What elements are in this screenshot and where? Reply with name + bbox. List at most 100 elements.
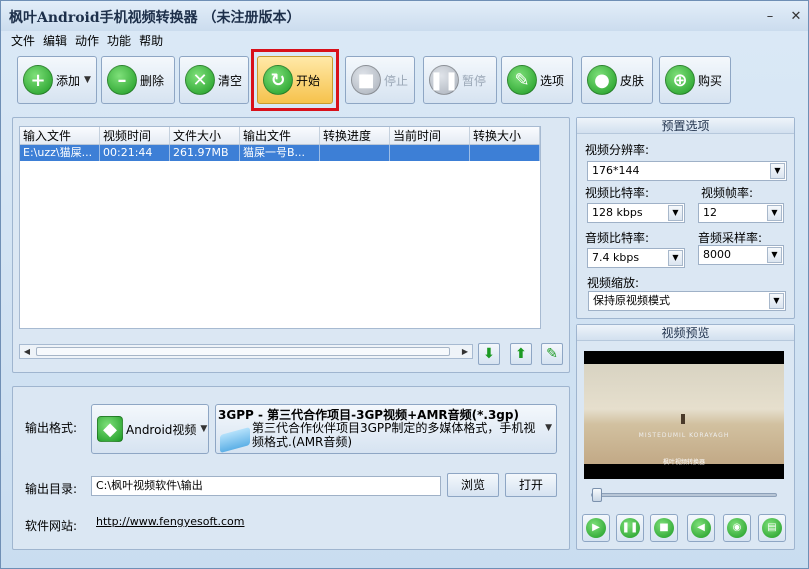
col-current-time[interactable]: 当前时间 (390, 127, 470, 144)
audio-bitrate-value: 7.4 kbps (592, 251, 640, 264)
menu-action[interactable]: 动作 (71, 32, 103, 50)
pause-icon: ❚❚ (620, 518, 640, 538)
stop-icon: ■ (351, 65, 381, 95)
col-input-file[interactable]: 输入文件 (20, 127, 100, 144)
format-description: 第三代合作伙伴项目3GPP制定的多媒体格式，手机视频格式.(AMR音频) (252, 421, 536, 449)
edit-button[interactable]: ✎ (541, 343, 563, 365)
file-table[interactable]: 输入文件 视频时间 文件大小 输出文件 转换进度 当前时间 转换大小 E:\uz… (19, 126, 541, 329)
scale-select[interactable]: 保持原视频模式 ▼ (588, 291, 786, 311)
android-icon: ◆ (97, 416, 123, 442)
stop-button[interactable]: ■ 停止 (345, 56, 415, 104)
output-dir-input[interactable]: C:\枫叶视频软件\输出 (91, 476, 441, 496)
scale-value: 保持原视频模式 (593, 294, 670, 307)
arrow-down-icon: ⬇ (483, 346, 495, 362)
video-caption-1: MISTEDUMIL KORAYAGH (638, 432, 730, 439)
open-button[interactable]: 打开 (505, 473, 557, 497)
cell-current-time (390, 145, 470, 161)
format-select[interactable]: 3GPP - 第三代合作项目-3GP视频+AMR音频(*.3gp) 第三代合作伙… (215, 404, 557, 454)
menu-help[interactable]: 帮助 (135, 32, 167, 50)
apple-icon: ● (587, 65, 617, 95)
samplerate-label: 音频采样率: (698, 231, 763, 245)
table-row[interactable]: E:\uzz\猫屎... 00:21:44 261.97MB 猫屎一号B... (20, 145, 540, 161)
audio-bitrate-label: 音频比特率: (585, 231, 650, 245)
chevron-down-icon[interactable]: ▼ (668, 250, 683, 266)
chevron-down-icon[interactable]: ▼ (767, 247, 782, 263)
seek-knob[interactable] (592, 488, 602, 502)
pause-label: 暂停 (462, 73, 487, 88)
device-select[interactable]: ◆ Android视频 ▼ (91, 404, 209, 454)
output-dir-label: 输出目录: (25, 482, 78, 496)
pause-icon: ❚❚ (429, 65, 459, 95)
scroll-thumb[interactable] (36, 347, 450, 356)
volume-button[interactable]: ◀ (687, 514, 715, 542)
start-highlight-box (251, 49, 339, 111)
stop-icon: ■ (654, 518, 674, 538)
video-frame: MISTEDUMIL KORAYAGH 枫叶视频转换器 (584, 364, 784, 466)
add-label: 添加 (56, 73, 81, 88)
video-preview: MISTEDUMIL KORAYAGH 枫叶视频转换器 (584, 351, 784, 479)
scroll-left-icon[interactable]: ◀ (20, 345, 34, 358)
stop-preview-button[interactable]: ■ (650, 514, 678, 542)
col-output-file[interactable]: 输出文件 (240, 127, 320, 144)
play-icon: ▶ (586, 518, 606, 538)
menu-function[interactable]: 功能 (103, 32, 135, 50)
cell-file-size: 261.97MB (170, 145, 240, 161)
play-button[interactable]: ▶ (582, 514, 610, 542)
folder-icon: ▤ (762, 518, 782, 538)
col-progress[interactable]: 转换进度 (320, 127, 390, 144)
menu-file[interactable]: 文件 (7, 32, 39, 50)
move-down-button[interactable]: ⬇ (478, 343, 500, 365)
figure-silhouette (681, 414, 685, 424)
skin-label: 皮肤 (620, 73, 645, 88)
chevron-down-icon[interactable]: ▼ (770, 163, 785, 179)
col-video-time[interactable]: 视频时间 (100, 127, 170, 144)
device-value: Android视频 (126, 422, 197, 437)
website-link[interactable]: http://www.fengyesoft.com (96, 515, 245, 528)
table-header: 输入文件 视频时间 文件大小 输出文件 转换进度 当前时间 转换大小 (20, 127, 540, 145)
cell-output-file: 猫屎一号B... (240, 145, 320, 161)
folder-icon (220, 426, 250, 454)
options-label: 选项 (540, 73, 565, 88)
tools-icon: ✎ (507, 65, 537, 95)
pause-button[interactable]: ❚❚ 暂停 (423, 56, 497, 104)
open-folder-button[interactable]: ▤ (758, 514, 786, 542)
framerate-select[interactable]: 12 ▼ (698, 203, 784, 223)
buy-button[interactable]: ⊕ 购买 (659, 56, 731, 104)
chevron-down-icon[interactable]: ▼ (769, 293, 784, 309)
plus-icon: + (23, 65, 53, 95)
col-converted-size[interactable]: 转换大小 (470, 127, 540, 144)
samplerate-select[interactable]: 8000 ▼ (698, 245, 784, 265)
skin-button[interactable]: ● 皮肤 (581, 56, 653, 104)
snapshot-button[interactable]: ◉ (723, 514, 751, 542)
delete-button[interactable]: – 删除 (101, 56, 175, 104)
camera-icon: ◉ (727, 518, 747, 538)
clear-icon: ✕ (185, 65, 215, 95)
main-window: 枫叶Android手机视频转换器 （未注册版本） – ✕ 文件 编辑 动作 功能… (0, 0, 809, 569)
close-button[interactable]: ✕ (789, 9, 803, 24)
resolution-select[interactable]: 176*144 ▼ (587, 161, 787, 181)
browse-button[interactable]: 浏览 (447, 473, 499, 497)
cell-video-time: 00:21:44 (100, 145, 170, 161)
chevron-down-icon[interactable]: ▼ (668, 205, 683, 221)
cart-icon: ⊕ (665, 65, 695, 95)
add-button[interactable]: + 添加 ▼ (17, 56, 97, 104)
menu-edit[interactable]: 编辑 (39, 32, 71, 50)
video-bitrate-select[interactable]: 128 kbps ▼ (587, 203, 685, 223)
preview-seek-slider[interactable] (591, 488, 777, 502)
options-button[interactable]: ✎ 选项 (501, 56, 573, 104)
col-file-size[interactable]: 文件大小 (170, 127, 240, 144)
horizontal-scrollbar[interactable]: ◀ ▶ (19, 344, 473, 359)
menu-bar: 文件 编辑 动作 功能 帮助 (7, 32, 167, 50)
scale-label: 视频缩放: (587, 276, 640, 290)
clear-button[interactable]: ✕ 清空 (179, 56, 249, 104)
chevron-down-icon[interactable]: ▼ (767, 205, 782, 221)
output-format-label: 输出格式: (25, 421, 78, 435)
edit-icon: ✎ (546, 346, 558, 362)
scroll-right-icon[interactable]: ▶ (458, 345, 472, 358)
preset-panel-title: 预置选项 (577, 118, 794, 134)
audio-bitrate-select[interactable]: 7.4 kbps ▼ (587, 248, 685, 268)
cell-input-file: E:\uzz\猫屎... (20, 145, 100, 161)
minimize-button[interactable]: – (763, 9, 777, 24)
move-up-button[interactable]: ⬆ (510, 343, 532, 365)
pause-preview-button[interactable]: ❚❚ (616, 514, 644, 542)
